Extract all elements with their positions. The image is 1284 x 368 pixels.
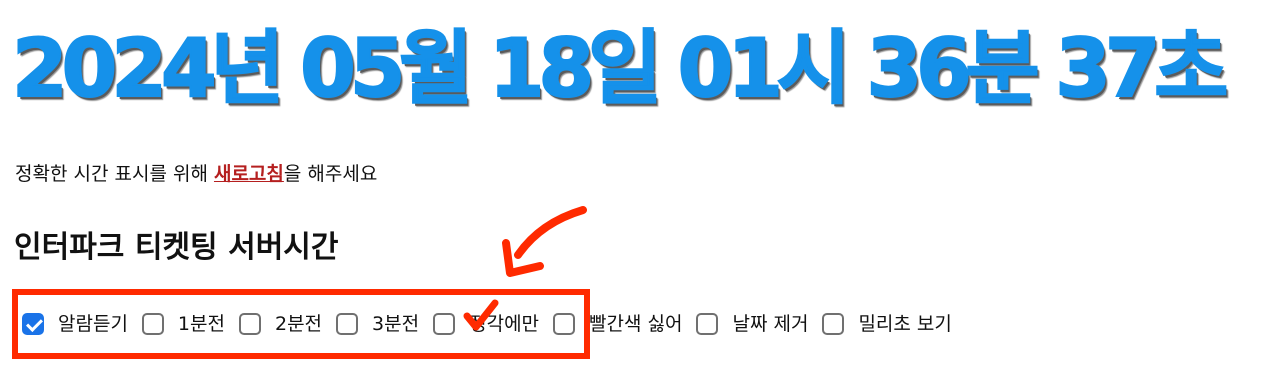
no-red-checkbox[interactable] [553,313,576,335]
option-milliseconds[interactable]: 밀리초 보기 [822,310,952,338]
option-no-red[interactable]: 빨간색 싫어 [553,310,682,338]
alarm-options: 알람듣기 1분전 2분전 3분전 정각에만 빨간색 싫어 날짜 제거 밀리초 보… [22,310,966,338]
option-label: 정각에만 [469,313,540,335]
one-minute-checkbox[interactable] [141,313,164,335]
alarm-checkbox[interactable] [22,313,44,335]
refresh-notice: 정확한 시간 표시를 위해 새로고침을 해주세요 [15,160,377,188]
option-1min[interactable]: 1분전 [141,310,225,338]
option-3min[interactable]: 3분전 [336,310,419,338]
option-label: 빨간색 싫어 [589,313,683,335]
option-label: 1분전 [177,313,225,335]
option-remove-date[interactable]: 날짜 제거 [696,310,808,338]
option-label: 날짜 제거 [732,313,809,335]
option-on-the-hour[interactable]: 정각에만 [433,310,539,338]
server-time-title: 인터파크 티켓팅 서버시간 [14,230,339,265]
notice-text-after: 을 해주세요 [283,163,378,185]
remove-date-checkbox[interactable] [696,313,719,335]
server-clock: 2024년 05월 18일 01시 36분 37초 [11,21,1229,116]
option-2min[interactable]: 2분전 [238,310,323,338]
two-minute-checkbox[interactable] [238,313,261,335]
option-label: 3분전 [372,313,420,335]
option-label: 밀리초 보기 [858,313,952,335]
notice-text-before: 정확한 시간 표시를 위해 [15,163,214,185]
option-alarm[interactable]: 알람듣기 [22,310,128,338]
three-minute-checkbox[interactable] [336,313,359,335]
on-the-hour-checkbox[interactable] [433,313,456,335]
refresh-link[interactable]: 새로고침 [214,163,284,185]
option-label: 2분전 [274,313,323,335]
milliseconds-checkbox[interactable] [822,313,845,335]
curved-arrow-icon [502,206,587,277]
page: 2024년 05월 18일 01시 36분 37초 정확한 시간 표시를 위해 … [0,0,1284,368]
option-label: 알람듣기 [58,313,128,335]
